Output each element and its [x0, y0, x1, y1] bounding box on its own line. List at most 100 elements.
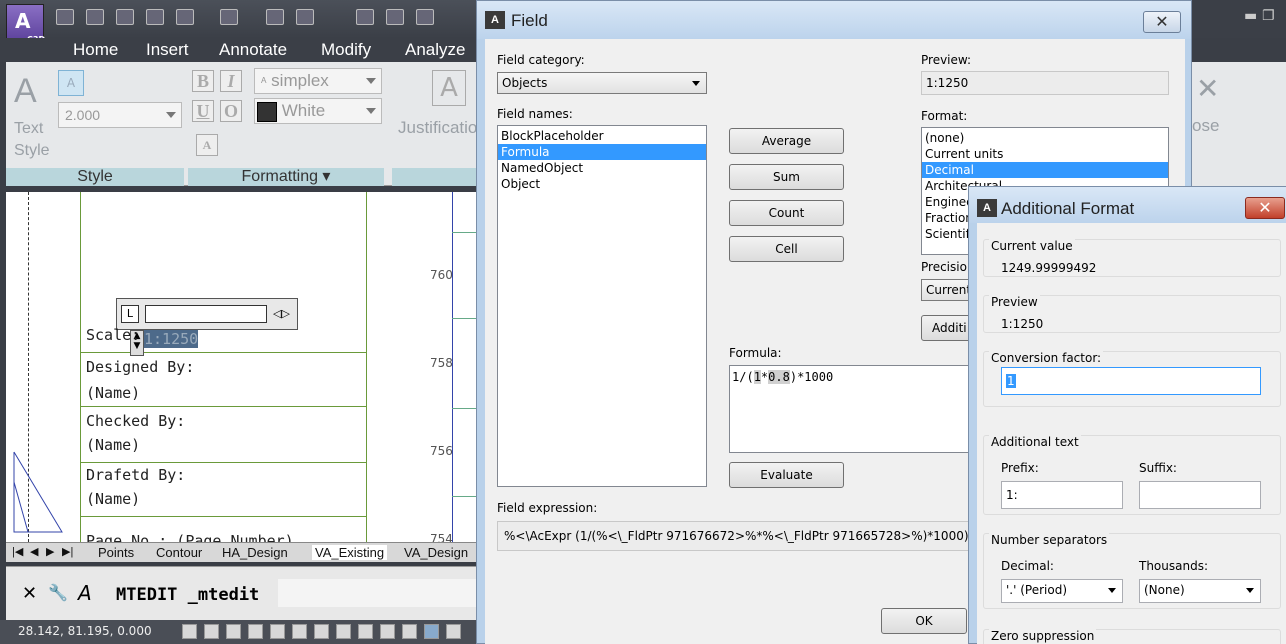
- close-editor-icon[interactable]: ✕: [1196, 72, 1219, 105]
- count-button[interactable]: Count: [729, 200, 844, 226]
- format-item[interactable]: (none): [922, 130, 1168, 146]
- print-icon[interactable]: [146, 9, 164, 25]
- field-name-item[interactable]: BlockPlaceholder: [498, 128, 706, 144]
- close-editor-label[interactable]: ose: [1192, 116, 1219, 136]
- toolbar-icon-b[interactable]: [296, 9, 314, 25]
- otrack-icon[interactable]: [314, 624, 329, 639]
- panel-formatting-title[interactable]: Formatting ▾: [188, 168, 384, 186]
- decimal-label: Decimal:: [1001, 559, 1054, 573]
- transparency-icon[interactable]: [402, 624, 417, 639]
- window-controls: ▬ ❐: [1192, 0, 1286, 38]
- row-divider: [80, 516, 367, 517]
- ducs-icon[interactable]: [336, 624, 351, 639]
- ribbon-tab-bar: Home Insert Annotate Modify Analyze: [0, 38, 476, 62]
- command-line[interactable]: ✕ 🔧 A MTEDIT _mtedit: [6, 566, 476, 620]
- tab-points[interactable]: Points: [98, 545, 134, 560]
- drawing-canvas[interactable]: 760 758 756 754 L ◁▷ ▲ ▼ Scale: 1:1250 De…: [6, 192, 476, 542]
- model-icon[interactable]: [182, 624, 197, 639]
- formula-input[interactable]: 1/(1*0.8)*1000: [729, 365, 979, 453]
- new-file-icon[interactable]: [56, 9, 74, 25]
- first-tab-icon[interactable]: |◀: [12, 545, 23, 558]
- bold-button[interactable]: B: [192, 70, 214, 92]
- italic-button[interactable]: I: [220, 70, 242, 92]
- toolbar-icon-a[interactable]: [266, 9, 284, 25]
- annotative-icon[interactable]: A: [58, 70, 84, 96]
- restore-icon[interactable]: ❐: [1262, 8, 1275, 24]
- selection-cycling-icon[interactable]: [446, 624, 461, 639]
- field-expression-value: %<\AcExpr (1/(%<\_FldPtr 971676672>%*%<\…: [497, 521, 975, 551]
- field-name-item[interactable]: NamedObject: [498, 160, 706, 176]
- tab-home[interactable]: Home: [73, 40, 118, 60]
- average-button[interactable]: Average: [729, 128, 844, 154]
- sum-button[interactable]: Sum: [729, 164, 844, 190]
- open-file-icon[interactable]: [86, 9, 104, 25]
- snap-icon[interactable]: [226, 624, 241, 639]
- lineweight-icon[interactable]: [380, 624, 395, 639]
- dyn-icon[interactable]: [358, 624, 373, 639]
- toolbar-icon-d[interactable]: [386, 9, 404, 25]
- save-icon[interactable]: [116, 9, 134, 25]
- field-category-select[interactable]: Objects: [497, 72, 707, 94]
- quick-properties-icon[interactable]: [424, 624, 439, 639]
- ruler-bar[interactable]: [145, 305, 267, 323]
- tab-insert[interactable]: Insert: [146, 40, 189, 60]
- formula-field-ref[interactable]: 1: [753, 370, 761, 384]
- suffix-input[interactable]: [1139, 481, 1261, 509]
- field-name-item[interactable]: Object: [498, 176, 706, 192]
- formula-field-ref[interactable]: 0.8: [768, 370, 790, 384]
- ortho-icon[interactable]: [248, 624, 263, 639]
- field-dialog-titlebar[interactable]: A Field ✕: [477, 1, 1191, 39]
- justification-label[interactable]: Justification: [398, 118, 487, 138]
- redo-icon[interactable]: [220, 9, 238, 25]
- tab-va-existing[interactable]: VA_Existing: [312, 545, 388, 560]
- decimal-select[interactable]: '.' (Period): [1001, 579, 1123, 603]
- autocad-badge-icon: A: [977, 199, 997, 217]
- thousands-select[interactable]: (None): [1139, 579, 1261, 603]
- ruler-width-handle-icon[interactable]: ◁▷: [273, 307, 290, 320]
- format-item-selected[interactable]: Decimal: [922, 162, 1168, 178]
- prev-tab-icon[interactable]: ◀: [30, 545, 38, 558]
- field-name-item-selected[interactable]: Formula: [498, 144, 706, 160]
- toolbar-icon-c[interactable]: [356, 9, 374, 25]
- conversion-factor-input[interactable]: 1: [1001, 367, 1261, 395]
- tab-annotate[interactable]: Annotate: [219, 40, 287, 60]
- font-select[interactable]: ᴬ simplex: [254, 68, 382, 94]
- text-style-icon[interactable]: A: [14, 72, 37, 111]
- conversion-factor-value: 1: [1006, 374, 1016, 388]
- text-height-select[interactable]: 2.000: [58, 102, 182, 128]
- tab-type-icon[interactable]: L: [121, 305, 139, 323]
- tab-contour[interactable]: Contour: [156, 545, 202, 560]
- format-item[interactable]: Current units: [922, 146, 1168, 162]
- underline-button[interactable]: U: [192, 100, 214, 122]
- minimize-icon[interactable]: ▬: [1244, 8, 1257, 24]
- command-input[interactable]: [278, 579, 476, 607]
- tab-analyze[interactable]: Analyze: [405, 40, 465, 60]
- polar-icon[interactable]: [270, 624, 285, 639]
- customize-wrench-icon[interactable]: 🔧: [48, 583, 68, 602]
- justification-icon[interactable]: A: [432, 70, 466, 106]
- tab-va-design[interactable]: VA_Design: [404, 545, 468, 560]
- additional-format-titlebar[interactable]: A Additional Format ✕: [969, 187, 1286, 223]
- ok-button[interactable]: OK: [881, 608, 967, 634]
- close-button[interactable]: ✕: [1245, 197, 1285, 219]
- grid-icon[interactable]: [204, 624, 219, 639]
- undo-icon[interactable]: [176, 9, 194, 25]
- close-button[interactable]: ✕: [1143, 11, 1181, 33]
- color-select[interactable]: White: [254, 98, 382, 124]
- tab-ha-design[interactable]: HA_Design: [222, 545, 288, 560]
- tab-modify[interactable]: Modify: [321, 40, 371, 60]
- scale-field-value[interactable]: 1:1250: [144, 330, 199, 348]
- evaluate-button[interactable]: Evaluate: [729, 462, 844, 488]
- mtext-ruler[interactable]: L ◁▷: [116, 298, 298, 330]
- overline-button[interactable]: O: [220, 100, 242, 122]
- prefix-input[interactable]: 1:: [1001, 481, 1123, 509]
- osnap-icon[interactable]: [292, 624, 307, 639]
- cell-button[interactable]: Cell: [729, 236, 844, 262]
- chevron-down-icon: [1108, 588, 1116, 593]
- toolbar-icon-e[interactable]: [416, 9, 434, 25]
- next-tab-icon[interactable]: ▶: [46, 545, 54, 558]
- last-tab-icon[interactable]: ▶|: [62, 545, 73, 558]
- background-mask-icon[interactable]: A: [196, 134, 218, 156]
- close-command-icon[interactable]: ✕: [22, 583, 37, 604]
- field-names-list[interactable]: BlockPlaceholder Formula NamedObject Obj…: [497, 125, 707, 487]
